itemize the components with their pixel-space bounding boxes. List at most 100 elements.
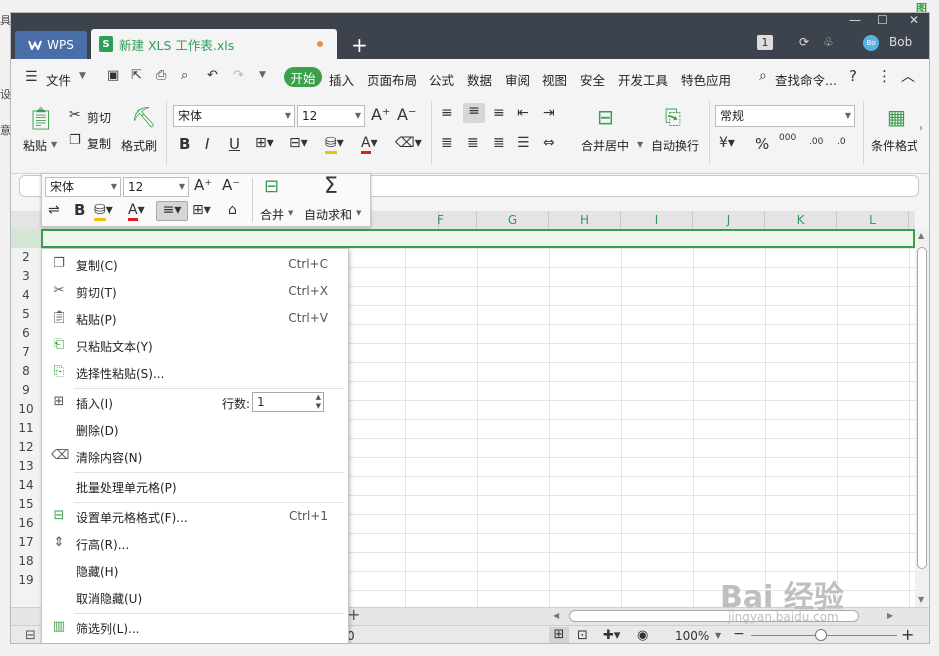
- mini-font-grow-icon[interactable]: A⁺: [194, 176, 212, 194]
- context-copy-item[interactable]: ❐ 复制(C) Ctrl+C: [42, 251, 348, 278]
- distribute-icon[interactable]: ⇔: [543, 135, 555, 151]
- save-icon[interactable]: ▣: [107, 68, 119, 83]
- context-format-cells-item[interactable]: ⊟ 设置单元格格式(F)... Ctrl+1: [42, 503, 348, 530]
- search-commands[interactable]: 查找命令...: [775, 70, 837, 89]
- print-preview-icon[interactable]: ⌕: [181, 68, 188, 83]
- percent-button[interactable]: %: [755, 135, 769, 153]
- autosum-icon[interactable]: Σ: [324, 174, 338, 199]
- chevron-down-icon[interactable]: ▼: [79, 71, 86, 81]
- font-grow-icon[interactable]: A⁺: [371, 105, 390, 124]
- more-icon[interactable]: ⋮: [877, 67, 892, 85]
- font-shrink-icon[interactable]: A⁻: [397, 105, 416, 124]
- normal-view-icon[interactable]: ⊞: [549, 627, 569, 643]
- column-header[interactable]: I: [621, 211, 693, 229]
- row-header[interactable]: 13: [11, 457, 41, 476]
- align-top-icon[interactable]: ≡: [441, 105, 453, 121]
- quick-access-dropdown-icon[interactable]: ▼: [259, 70, 266, 80]
- chevron-down-icon[interactable]: ▼: [51, 140, 57, 149]
- cut-icon[interactable]: ✂: [69, 107, 81, 123]
- cut-button[interactable]: 剪切: [87, 109, 111, 126]
- currency-icon[interactable]: ¥▾: [719, 135, 735, 151]
- increase-indent-icon[interactable]: ⇥: [543, 105, 555, 121]
- column-header[interactable]: F: [405, 211, 477, 229]
- chevron-down-icon[interactable]: ▼: [288, 209, 293, 217]
- context-batch-item[interactable]: 批量处理单元格(P): [42, 473, 348, 500]
- export-icon[interactable]: ⇱: [131, 68, 142, 83]
- column-header[interactable]: L: [837, 211, 909, 229]
- align-middle-icon[interactable]: ≡: [463, 103, 485, 123]
- ribbon-scroll-right-icon[interactable]: ›: [919, 123, 923, 134]
- wrap-text-button[interactable]: 自动换行: [651, 137, 699, 154]
- row-header[interactable]: 3: [11, 267, 41, 286]
- merge-center-button[interactable]: 合并居中: [581, 137, 629, 154]
- status-macro-icon[interactable]: ⊟: [25, 628, 36, 643]
- context-hide-item[interactable]: 隐藏(H): [42, 557, 348, 584]
- italic-button[interactable]: I: [205, 135, 209, 153]
- copy-icon[interactable]: ❐: [69, 133, 81, 148]
- underline-button[interactable]: U: [229, 135, 240, 153]
- font-name-select[interactable]: 宋体 ▼: [173, 105, 295, 127]
- conditional-format-icon[interactable]: ▦: [887, 105, 906, 129]
- context-row-height-item[interactable]: ⇕ 行高(R)...: [42, 530, 348, 557]
- scroll-down-icon[interactable]: ▼: [918, 595, 924, 604]
- help-icon[interactable]: ?: [849, 67, 857, 85]
- stepper-down-icon[interactable]: ▼: [316, 402, 321, 410]
- page-break-view-icon[interactable]: ⊡: [577, 628, 588, 643]
- mini-fill-color-icon[interactable]: ⛁▾: [94, 202, 113, 221]
- zoom-in-icon[interactable]: +: [901, 625, 914, 643]
- number-format-select[interactable]: 常规 ▼: [715, 105, 855, 127]
- zoom-slider-handle[interactable]: [815, 629, 827, 641]
- justify-icon[interactable]: ☰: [517, 135, 530, 151]
- row-header[interactable]: 8: [11, 362, 41, 381]
- tab-view[interactable]: 视图: [542, 70, 567, 89]
- mini-align-icon[interactable]: ≡▾: [156, 201, 188, 221]
- paste-icon[interactable]: 📋︎: [27, 107, 55, 132]
- align-left-icon[interactable]: ≣: [441, 135, 453, 151]
- border-icon[interactable]: ⊞▾: [255, 135, 274, 151]
- user-name[interactable]: Bob: [889, 35, 912, 49]
- search-icon[interactable]: ⌕: [759, 68, 767, 84]
- reading-mode-icon[interactable]: ✚▾: [603, 628, 620, 643]
- row-header[interactable]: 5: [11, 305, 41, 324]
- row-header[interactable]: 19: [11, 571, 41, 590]
- decrease-indent-icon[interactable]: ⇤: [517, 105, 529, 121]
- tab-security[interactable]: 安全: [580, 70, 605, 89]
- mini-wrap-icon[interactable]: ⇌: [48, 202, 60, 218]
- column-header[interactable]: K: [765, 211, 837, 229]
- column-header[interactable]: J: [693, 211, 765, 229]
- insert-rows-stepper[interactable]: 1 ▲ ▼: [252, 392, 324, 412]
- zoom-level[interactable]: 100%: [675, 629, 709, 643]
- row-header[interactable]: 4: [11, 286, 41, 305]
- mini-border-icon[interactable]: ⊞▾: [192, 202, 211, 218]
- mini-format-painter-icon[interactable]: ⌂: [228, 202, 237, 218]
- row-header[interactable]: 6: [11, 324, 41, 343]
- context-paste-special-item[interactable]: ⎘ 选择性粘贴(S)...: [42, 359, 348, 386]
- tab-page-layout[interactable]: 页面布局: [367, 70, 417, 89]
- row-header[interactable]: 16: [11, 514, 41, 533]
- thousands-separator-button[interactable]: 000: [779, 133, 796, 143]
- scroll-right-icon[interactable]: ▶: [887, 611, 893, 620]
- context-paste-text-item[interactable]: ⎗ 只粘贴文本(Y): [42, 332, 348, 359]
- row-header[interactable]: 7: [11, 343, 41, 362]
- row-header[interactable]: 12: [11, 438, 41, 457]
- redo-icon[interactable]: ↷: [233, 68, 244, 83]
- tab-special[interactable]: 特色应用: [681, 70, 731, 89]
- undo-icon[interactable]: ↶: [207, 68, 218, 83]
- vertical-scroll-thumb[interactable]: [917, 247, 927, 569]
- column-header[interactable]: G: [477, 211, 549, 229]
- chevron-down-icon[interactable]: ▼: [356, 209, 361, 217]
- mini-font-size-select[interactable]: 12 ▼: [123, 177, 189, 197]
- format-painter-icon[interactable]: ⛏︎: [131, 105, 156, 129]
- row-header[interactable]: 9: [11, 381, 41, 400]
- context-filter-item[interactable]: ▥ 筛选列(L)...: [42, 614, 348, 641]
- row-header[interactable]: 17: [11, 533, 41, 552]
- file-menu[interactable]: 文件: [46, 70, 71, 89]
- zoom-out-icon[interactable]: −: [733, 626, 745, 642]
- wps-home-tab[interactable]: WPS: [15, 31, 87, 59]
- tab-developer[interactable]: 开发工具: [618, 70, 668, 89]
- maximize-icon[interactable]: ☐: [877, 13, 888, 27]
- format-painter-button[interactable]: 格式刷: [121, 137, 157, 154]
- window-count-badge[interactable]: 1: [757, 35, 773, 50]
- stepper-up-icon[interactable]: ▲: [316, 393, 321, 401]
- align-bottom-icon[interactable]: ≡: [493, 105, 505, 121]
